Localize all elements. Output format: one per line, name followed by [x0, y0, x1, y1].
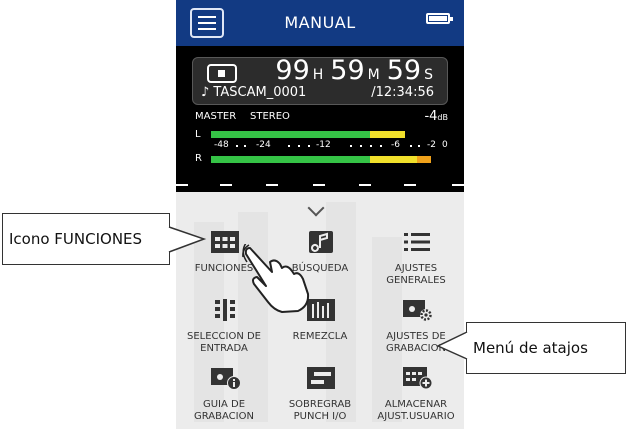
callout-pointer	[168, 226, 207, 253]
channel-r-label: R	[195, 153, 202, 164]
shortcut-menu: FUNCIONES BÚSQUEDA AJUSTES GENERALES SEL…	[176, 192, 464, 429]
recorder-info-icon	[211, 368, 240, 390]
collapse-chevron-icon[interactable]	[307, 199, 325, 217]
battery-icon	[426, 13, 453, 24]
meter-segment	[211, 131, 371, 138]
screen-title: MANUAL	[284, 13, 356, 32]
mix-label: MASTER	[195, 111, 237, 122]
callout-pointer	[436, 331, 468, 360]
meter-segment	[370, 156, 417, 163]
time-counter: 99 H 59 M 59 S	[275, 55, 433, 86]
callout-functions-icon: Icono FUNCIONES	[2, 213, 170, 265]
mode-label: STEREO	[250, 111, 290, 122]
input-select-icon	[215, 299, 235, 321]
hand-pointer-icon	[242, 244, 310, 313]
file-name: ♪ TASCAM_0001	[201, 85, 307, 100]
level-meter-right	[211, 156, 445, 163]
overdub-icon	[307, 367, 335, 389]
channel-l-label: L	[195, 129, 201, 140]
level-readout: -4dB	[424, 109, 448, 124]
title-bar: MANUAL	[176, 0, 464, 46]
meter-segment	[416, 156, 431, 163]
recorder-gear-icon	[403, 300, 432, 321]
device-screen: MANUAL 99 H 59 M 59 S ♪ TASCAM_0001 /12:34:56…	[176, 0, 464, 429]
meter-scale: -48 -24 -12 -6 -2 0	[214, 140, 448, 150]
stop-icon[interactable]	[207, 64, 237, 83]
grid-icon	[211, 231, 239, 253]
recorder-display: 99 H 59 M 59 S ♪ TASCAM_0001 /12:34:56 MASTER…	[176, 46, 464, 192]
list-icon	[404, 233, 430, 251]
remaining-time: /12:34:56	[371, 85, 434, 100]
meter-segment	[211, 156, 371, 163]
callout-shortcut-menu: Menú de atajos	[466, 322, 626, 374]
meter-segment	[370, 131, 406, 138]
grid-add-icon	[403, 367, 432, 390]
counter-panel: 99 H 59 M 59 S ♪ TASCAM_0001 /12:34:56	[192, 55, 448, 105]
level-meter-left	[211, 131, 445, 138]
